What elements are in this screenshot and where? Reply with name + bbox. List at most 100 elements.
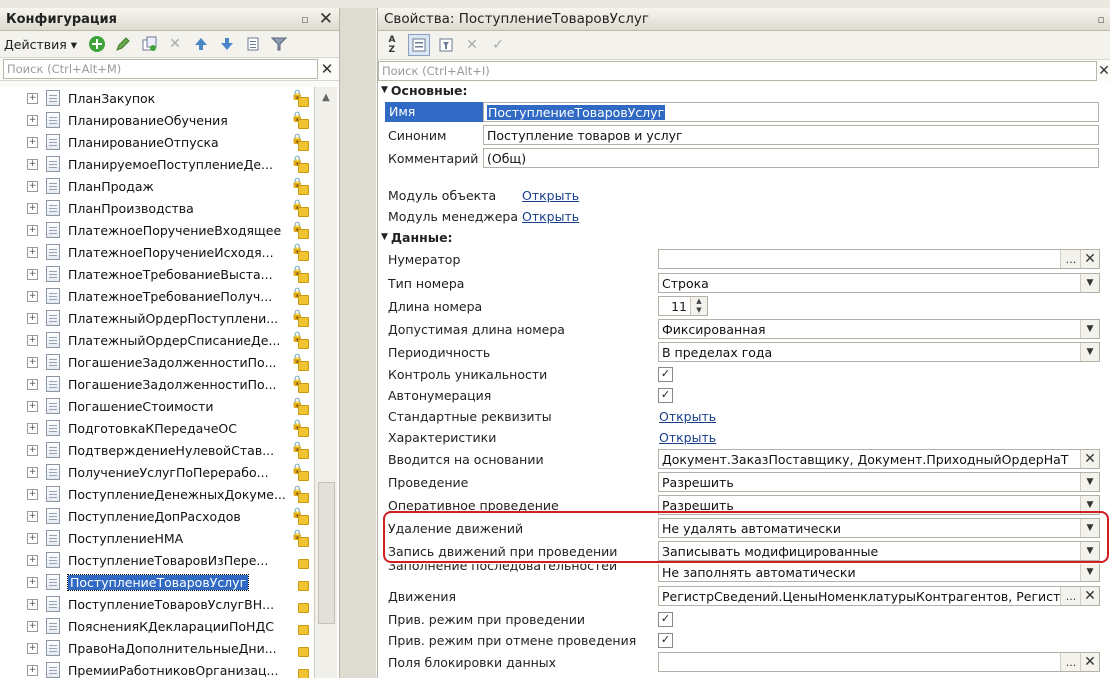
tree-item[interactable]: + ПоступлениеТоваровИзПере... [0,549,313,571]
tree-item[interactable]: + ПланПродаж 🔒 [0,175,313,197]
group-main[interactable]: ▼ Основные: [378,82,468,100]
expand-icon[interactable]: + [27,620,38,632]
priv-posting-checkbox[interactable]: ✓ [658,611,673,627]
expand-icon[interactable]: + [27,378,38,390]
move-down-icon[interactable] [217,34,237,54]
expand-icon[interactable]: + [27,92,38,104]
lock-fields-field[interactable]: ... ✕ [658,652,1100,672]
tree-item[interactable]: + ПолучениеУслугПоПерерабо... 🔒 [0,461,313,483]
tree-item[interactable]: + ПлатежныйОрдерПоступлени... 🔒 [0,307,313,329]
dropdown-icon[interactable]: ▼ [1080,564,1099,581]
clear-icon[interactable]: ✕ [1080,450,1099,468]
dropdown-icon[interactable]: ▼ [1080,542,1099,560]
open-std-attributes-link[interactable]: Открыть [659,409,716,424]
expand-icon[interactable]: + [27,642,38,654]
tree-item[interactable]: + ПогашениеСтоимости 🔒 [0,395,313,417]
priv-unposting-checkbox[interactable]: ✓ [658,632,673,648]
tree-scrollbar[interactable]: ▲ [314,87,337,678]
cancel-icon[interactable]: ✕ [462,35,482,55]
dropdown-icon[interactable]: ▼ [1080,496,1099,514]
confirm-icon[interactable]: ✓ [488,35,508,55]
tree-item[interactable]: + ПлатежныйОрдерСписаниеДе... 🔒 [0,329,313,351]
open-characteristics-link[interactable]: Открыть [659,430,716,445]
scroll-up-icon[interactable]: ▲ [315,87,337,107]
tree-item[interactable]: + ПоступлениеДопРасходов 🔒 [0,505,313,527]
expand-icon[interactable]: + [27,356,38,368]
sort-alphabetical-icon[interactable]: AZ [382,35,402,55]
scrollbar-thumb[interactable] [318,482,335,624]
comment-field[interactable]: (Общ) [483,148,1099,168]
dropdown-icon[interactable]: ▼ [1080,519,1099,537]
open-object-module-link[interactable]: Открыть [522,188,579,203]
tree-item[interactable]: + ПодготовкаКПередачеОС 🔒 [0,417,313,439]
categorized-icon[interactable] [408,34,430,56]
expand-icon[interactable]: + [27,488,38,500]
realtime-posting-select[interactable]: Разрешить ▼ [658,495,1100,515]
tree-item[interactable]: + ПоступлениеДенежныхДокуме... 🔒 [0,483,313,505]
stepper-arrows-icon[interactable]: ▲ ▼ [690,297,707,315]
dropdown-icon[interactable]: ▼ [1080,274,1099,292]
tree-item[interactable]: + ПлатежноеПоручениеИсходя... 🔒 [0,241,313,263]
open-manager-module-link[interactable]: Открыть [522,209,579,224]
dropdown-icon[interactable]: ▼ [1080,343,1099,361]
tree-item[interactable]: + ПланированиеОтпуска 🔒 [0,131,313,153]
clear-icon[interactable]: ✕ [1080,250,1099,268]
expand-icon[interactable]: + [27,554,38,566]
autonumbering-checkbox[interactable]: ✓ [658,387,673,403]
expand-icon[interactable]: + [27,664,38,676]
choose-icon[interactable]: ... [1060,250,1081,268]
tree-item[interactable]: + ПоясненияКДекларацииПоНДС [0,615,313,637]
expand-icon[interactable]: + [27,202,38,214]
add-icon[interactable] [87,34,107,54]
tree-item[interactable]: + ПогашениеЗадолженностиПо... 🔒 [0,351,313,373]
delete-icon[interactable]: ✕ [165,34,185,54]
tree-item[interactable]: + ПремииРаботниковОрганизац... [0,659,313,678]
number-type-select[interactable]: Строка ▼ [658,273,1100,293]
expand-icon[interactable]: + [27,158,38,170]
close-icon[interactable]: ✕ [319,10,333,28]
tree-item[interactable]: + ПоступлениеТоваровУслуг [0,571,313,593]
number-length-stepper[interactable]: 11 ▲ ▼ [658,296,708,316]
expand-icon[interactable]: + [27,136,38,148]
tree-item[interactable]: + ПланированиеОбучения 🔒 [0,109,313,131]
expand-icon[interactable]: + [27,444,38,456]
choose-icon[interactable]: ... [1060,587,1081,605]
filter-properties-icon[interactable] [436,35,456,55]
posting-select[interactable]: Разрешить ▼ [658,472,1100,492]
expand-icon[interactable]: + [27,268,38,280]
numerator-field[interactable]: ... ✕ [658,249,1100,269]
expand-icon[interactable]: + [27,466,38,478]
tree-item[interactable]: + ПланЗакупок 🔒 [0,87,313,109]
expand-icon[interactable]: + [27,334,38,346]
tree-item[interactable]: + ПравоНаДополнительныеДни... [0,637,313,659]
expand-icon[interactable]: + [27,400,38,412]
collapse-icon[interactable]: ▼ [381,232,388,242]
actions-menu[interactable]: Действия ▾ [4,37,77,52]
expand-icon[interactable]: + [27,598,38,610]
name-field[interactable]: ПоступлениеТоваровУслуг [483,102,1099,122]
tree-item[interactable]: + ПлатежноеПоручениеВходящее 🔒 [0,219,313,241]
expand-icon[interactable]: + [27,180,38,192]
periodicity-select[interactable]: В пределах года ▼ [658,342,1100,362]
edit-icon[interactable] [113,34,133,54]
pin-icon[interactable]: ▫ [1098,13,1105,26]
based-on-field[interactable]: Документ.ЗаказПоставщику, Документ.Прихо… [658,449,1100,469]
collapse-icon[interactable]: ▼ [381,85,388,95]
clear-search-icon[interactable]: ✕ [1097,63,1110,79]
copy-icon[interactable] [139,34,159,54]
expand-icon[interactable]: + [27,114,38,126]
list-icon[interactable] [243,34,263,54]
movements-field[interactable]: РегистрСведений.ЦеныНоменклатурыКонтраге… [658,586,1100,606]
move-up-icon[interactable] [191,34,211,54]
tree-item[interactable]: + ПлатежноеТребованиеПолуч... 🔒 [0,285,313,307]
filter-icon[interactable] [269,34,289,54]
tree-item[interactable]: + ПоступлениеТоваровУслугВН... [0,593,313,615]
pin-icon[interactable]: ▫ [301,13,308,26]
choose-icon[interactable]: ... [1060,653,1081,671]
tree-item[interactable]: + ПогашениеЗадолженностиПо... 🔒 [0,373,313,395]
tree-item[interactable]: + ПлатежноеТребованиеВыста... 🔒 [0,263,313,285]
dropdown-icon[interactable]: ▼ [1080,473,1099,491]
synonym-field[interactable]: Поступление товаров и услуг [483,125,1099,145]
expand-icon[interactable]: + [27,422,38,434]
allowed-length-select[interactable]: Фиксированная ▼ [658,319,1100,339]
